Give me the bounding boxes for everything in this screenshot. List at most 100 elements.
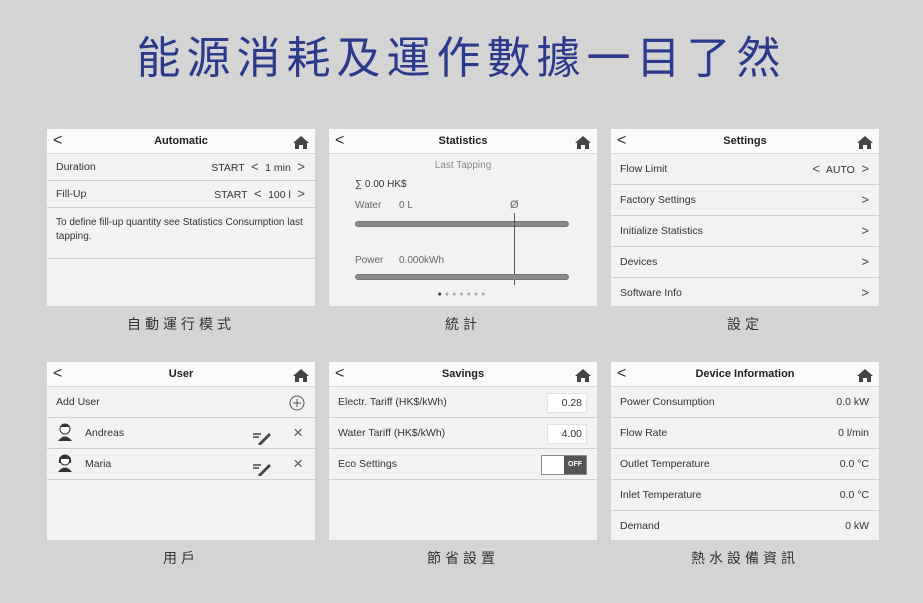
fillup-increase-icon[interactable]: >: [294, 186, 305, 201]
savings-caption: 節省設置: [427, 551, 499, 567]
chevron-right-icon: >: [861, 285, 869, 300]
water-tariff-field[interactable]: 4.00: [547, 424, 587, 444]
device-info-caption: 熱水設備資訊: [691, 551, 799, 567]
device-info-title: Device Information: [695, 368, 795, 380]
devices-label: Devices: [620, 256, 658, 268]
page-dot[interactable]: ●: [438, 291, 445, 298]
water-tariff-row: Water Tariff (HK$/kWh) 4.00: [329, 418, 597, 449]
chevron-right-icon: >: [861, 192, 869, 207]
statistics-panel: < Statistics Last Tapping ∑ 0.00 HK$ Wat…: [329, 129, 597, 306]
home-icon[interactable]: [575, 134, 591, 158]
page-dot[interactable]: ●: [467, 291, 474, 298]
water-tariff-label: Water Tariff (HK$/kWh): [338, 427, 446, 439]
user-name: Maria: [85, 458, 112, 470]
fillup-start-label: START: [214, 189, 248, 201]
automatic-panel: < Automatic Duration START < 1 min > Fil…: [47, 129, 315, 306]
flow-limit-label: Flow Limit: [620, 163, 668, 175]
add-user-row[interactable]: Add User: [47, 387, 315, 418]
outlet-temperature-value: 0.0 °C: [839, 458, 869, 470]
electricity-tariff-label: Electr. Tariff (HK$/kWh): [338, 396, 447, 408]
settings-item-initialize-statistics[interactable]: Initialize Statistics >: [611, 216, 879, 247]
page-indicator: ●●●●●●●: [329, 291, 597, 298]
power-consumption-row: Power Consumption 0.0 kW: [611, 387, 879, 418]
chevron-right-icon: >: [861, 254, 869, 269]
user-caption: 用戶: [163, 551, 199, 567]
close-icon[interactable]: ×: [293, 449, 303, 479]
fillup-value: 100 l: [268, 189, 291, 201]
power-bar: [355, 274, 569, 280]
back-icon[interactable]: <: [53, 362, 62, 386]
settings-item-software-info[interactable]: Software Info >: [611, 278, 879, 306]
power-consumption-value: 0.0 kW: [836, 396, 869, 408]
flow-limit-decrease-icon[interactable]: <: [812, 161, 823, 176]
user-row-maria[interactable]: Maria ×: [47, 449, 315, 480]
statistics-subtitle: Last Tapping: [434, 160, 492, 171]
inlet-temperature-label: Inlet Temperature: [620, 489, 702, 501]
factory-settings-label: Factory Settings: [620, 194, 696, 206]
outlet-temperature-label: Outlet Temperature: [620, 458, 710, 470]
savings-title: Savings: [441, 368, 485, 380]
inlet-temperature-value: 0.0 °C: [839, 489, 869, 501]
power-consumption-label: Power Consumption: [620, 396, 715, 408]
page-dot[interactable]: ●: [481, 291, 488, 298]
back-icon[interactable]: <: [617, 362, 626, 386]
power-label: Power: [355, 255, 384, 266]
duration-control: START < 1 min >: [211, 154, 305, 181]
page-dot[interactable]: ●: [459, 291, 466, 298]
add-user-label: Add User: [56, 396, 100, 408]
settings-item-factory-settings[interactable]: Factory Settings >: [611, 185, 879, 216]
user-panel: < User Add User Andreas × Maria ×: [47, 362, 315, 540]
back-icon[interactable]: <: [617, 129, 626, 153]
close-icon[interactable]: ×: [293, 418, 303, 448]
device-info-panel: < Device Information Power Consumption 0…: [611, 362, 879, 540]
settings-topbar: < Settings: [611, 129, 879, 154]
average-symbol: Ø: [510, 199, 519, 211]
settings-panel: < Settings Flow Limit < AUTO > Factory S…: [611, 129, 879, 306]
flow-limit-value: AUTO: [825, 164, 855, 176]
water-bar: [355, 221, 569, 227]
statistics-topbar: < Statistics: [329, 129, 597, 154]
eco-toggle[interactable]: OFF: [541, 455, 587, 475]
duration-start-label: START: [211, 162, 245, 174]
page-dot[interactable]: ●: [474, 291, 481, 298]
back-icon[interactable]: <: [335, 362, 344, 386]
initialize-statistics-label: Initialize Statistics: [620, 225, 703, 237]
automatic-title: Automatic: [154, 135, 208, 147]
flow-limit-increase-icon[interactable]: >: [858, 161, 869, 176]
outlet-temperature-row: Outlet Temperature 0.0 °C: [611, 449, 879, 480]
avatar-icon: [57, 454, 73, 484]
user-title: User: [168, 368, 194, 380]
power-value: 0.000kWh: [399, 255, 445, 266]
pencil-icon[interactable]: [253, 458, 271, 488]
savings-panel: < Savings Electr. Tariff (HK$/kWh) 0.28 …: [329, 362, 597, 540]
electricity-tariff-row: Electr. Tariff (HK$/kWh) 0.28: [329, 387, 597, 418]
settings-caption: 設定: [727, 317, 763, 333]
duration-increase-icon[interactable]: >: [294, 159, 305, 174]
flow-rate-label: Flow Rate: [620, 427, 668, 439]
fillup-control: START < 100 l >: [214, 181, 305, 208]
demand-label: Demand: [620, 520, 660, 532]
flow-rate-row: Flow Rate 0 l/min: [611, 418, 879, 449]
demand-value: 0 kW: [845, 520, 869, 532]
electricity-tariff-field[interactable]: 0.28: [547, 393, 587, 413]
back-icon[interactable]: <: [335, 129, 344, 153]
automatic-note: To define fill-up quantity see Statistic…: [47, 208, 315, 259]
settings-item-devices[interactable]: Devices >: [611, 247, 879, 278]
chevron-right-icon: >: [861, 223, 869, 238]
fillup-decrease-icon[interactable]: <: [250, 186, 265, 201]
eco-settings-row: Eco Settings OFF: [329, 449, 597, 480]
toggle-state: OFF: [564, 456, 586, 474]
user-row-andreas[interactable]: Andreas ×: [47, 418, 315, 449]
back-icon[interactable]: <: [53, 129, 62, 153]
water-label: Water: [355, 200, 382, 211]
settings-item-flow-limit[interactable]: Flow Limit < AUTO >: [611, 154, 879, 185]
software-info-label: Software Info: [620, 287, 682, 299]
duration-decrease-icon[interactable]: <: [247, 159, 262, 174]
settings-title: Settings: [723, 135, 767, 147]
user-name: Andreas: [85, 427, 125, 439]
fillup-row: Fill-Up START < 100 l >: [47, 181, 315, 208]
flow-rate-value: 0 l/min: [838, 427, 869, 439]
duration-label: Duration: [56, 161, 96, 173]
duration-row: Duration START < 1 min >: [47, 154, 315, 181]
statistics-caption: 統計: [445, 317, 481, 333]
